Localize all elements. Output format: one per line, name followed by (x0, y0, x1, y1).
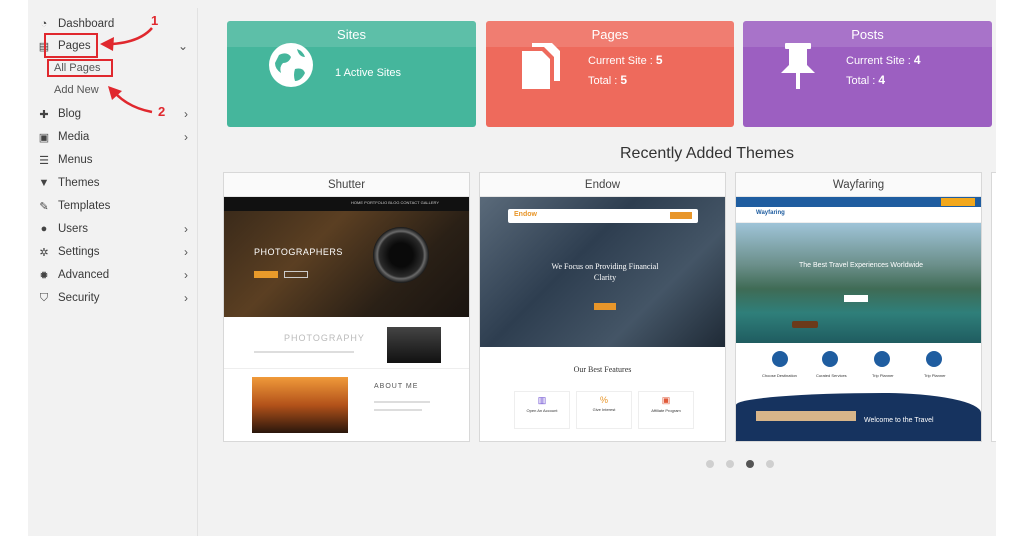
service-label: Choose Destination (762, 373, 797, 378)
preview-nav-links: HOME PORTFOLIO BLOG CONTACT GALLERY (351, 200, 439, 205)
preview-feature-label: Give Interest (592, 407, 616, 412)
sites-card[interactable]: Sites 1 Active Sites (227, 21, 476, 127)
preview-section-text: PHOTOGRAPHY (284, 333, 365, 343)
preview-navbar: HOME PORTFOLIO BLOG CONTACT GALLERY (224, 197, 469, 211)
preview-about-text: ABOUT ME (374, 383, 419, 390)
theme-card-shutter[interactable]: Shutter HOME PORTFOLIO BLOG CONTACT GALL… (223, 172, 470, 442)
service-label: Trip Planner (872, 373, 894, 378)
globe-icon (269, 43, 313, 87)
copy-pages-icon (522, 43, 560, 89)
pages-total-label: Total : (588, 75, 618, 87)
preview-text-line (254, 351, 354, 353)
preview-photo (387, 327, 441, 363)
service-icon (874, 351, 890, 367)
preview-hero-text: We Focus on Providing Financial Clarity (551, 262, 659, 282)
preview-hero-text: The Best Travel Experiences Worldwide (799, 262, 923, 269)
theme-preview: Endow We Focus on Providing Financial Cl… (480, 197, 725, 441)
arrow-1-line (111, 27, 153, 46)
arrow-2-line (115, 93, 153, 114)
theme-preview: Wayfaring The Best Travel Experiences Wo… (736, 197, 981, 441)
pages-card-stats: Current Site : 5 Total : 5 (588, 51, 663, 91)
preview-feature-label: Open An Account (526, 408, 558, 413)
service-label: Trip Planner (924, 373, 946, 378)
pages-current-label: Current Site : (588, 55, 653, 67)
preview-about: ABOUT ME (224, 369, 469, 441)
theme-name: Wayfaring (736, 173, 981, 197)
theme-name: Shutter (224, 173, 469, 197)
preview-brand: Wayfaring (756, 210, 785, 216)
preview-hero-button (844, 295, 868, 302)
preview-hero: PHOTOGRAPHERS (224, 211, 469, 317)
posts-total-label: Total : (846, 75, 876, 87)
preview-features: Our Best Features ▥ Open An Account % Gi… (480, 347, 725, 441)
preview-hero: Endow We Focus on Providing Financial Cl… (480, 197, 725, 347)
preview-boat-image (792, 321, 818, 328)
carousel-dots (706, 460, 774, 468)
preview-feature-box: ▣ Affiliate Program (638, 391, 694, 429)
preview-hero-button-2 (284, 271, 308, 278)
preview-brand: Endow (514, 211, 537, 218)
preview-feature-label: Affiliate Program (651, 408, 681, 413)
preview-topbar (736, 197, 981, 207)
preview-footer-photo (756, 411, 856, 421)
preview-hero-button (254, 271, 278, 278)
preview-navbar: Wayfaring (736, 207, 981, 223)
preview-hero-text: PHOTOGRAPHERS (254, 247, 343, 257)
theme-card-wayfaring[interactable]: Wayfaring Wayfaring The Best Travel Expe… (735, 172, 982, 442)
theme-preview: HOME PORTFOLIO BLOG CONTACT GALLERY PHOT… (224, 197, 469, 441)
recent-themes-title: Recently Added Themes (620, 145, 795, 162)
arrow-1-head (100, 37, 114, 51)
service-icon (822, 351, 838, 367)
gift-icon: ▣ (661, 395, 671, 405)
sites-active-count: 1 Active Sites (335, 67, 402, 79)
preview-hero: The Best Travel Experiences Worldwide (736, 223, 981, 343)
pages-current-value: 5 (655, 53, 663, 67)
percent-icon: % (599, 395, 608, 405)
preview-topbar-button (941, 198, 975, 206)
preview-text-line (374, 409, 422, 411)
theme-card-next-partial[interactable] (991, 172, 996, 442)
preview-footer-wave: Welcome to the Travel (736, 393, 981, 441)
carousel-dot[interactable] (726, 460, 734, 468)
service-label: Curated Services (816, 373, 847, 378)
posts-card-stats: Current Site : 4 Total : 4 (846, 51, 921, 91)
carousel-dot-active[interactable] (746, 460, 754, 468)
posts-current-label: Current Site : (846, 55, 911, 67)
preview-section: PHOTOGRAPHY (224, 317, 469, 369)
carousel-dot[interactable] (706, 460, 714, 468)
theme-card-endow[interactable]: Endow Endow We Focus on Providing Financ… (479, 172, 726, 442)
carousel-dot[interactable] (766, 460, 774, 468)
preview-text-line (374, 401, 430, 403)
posts-total-value: 4 (878, 73, 886, 87)
preview-sunset-photo (252, 377, 348, 433)
sites-card-title: Sites (227, 21, 476, 47)
preview-footer-text: Welcome to the Travel (864, 417, 934, 424)
chart-icon: ▥ (537, 395, 547, 405)
preview-feature-box: % Give Interest (576, 391, 632, 429)
service-icon (772, 351, 788, 367)
preview-features-title: Our Best Features (573, 365, 632, 374)
camera-lens-image (373, 227, 429, 283)
preview-nav-button (670, 212, 692, 219)
preview-services: Choose Destination Curated Services Trip… (736, 343, 981, 393)
posts-card[interactable]: Posts Current Site : 4 Total : 4 (743, 21, 992, 127)
pushpin-icon (781, 43, 815, 89)
theme-name: Endow (480, 173, 725, 197)
service-icon (926, 351, 942, 367)
preview-hero-button (594, 303, 616, 310)
pages-card[interactable]: Pages Current Site : 5 Total : 5 (486, 21, 734, 127)
pages-total-value: 5 (620, 73, 628, 87)
posts-current-value: 4 (913, 53, 921, 67)
preview-feature-box: ▥ Open An Account (514, 391, 570, 429)
preview-navbar: Endow (508, 209, 698, 223)
